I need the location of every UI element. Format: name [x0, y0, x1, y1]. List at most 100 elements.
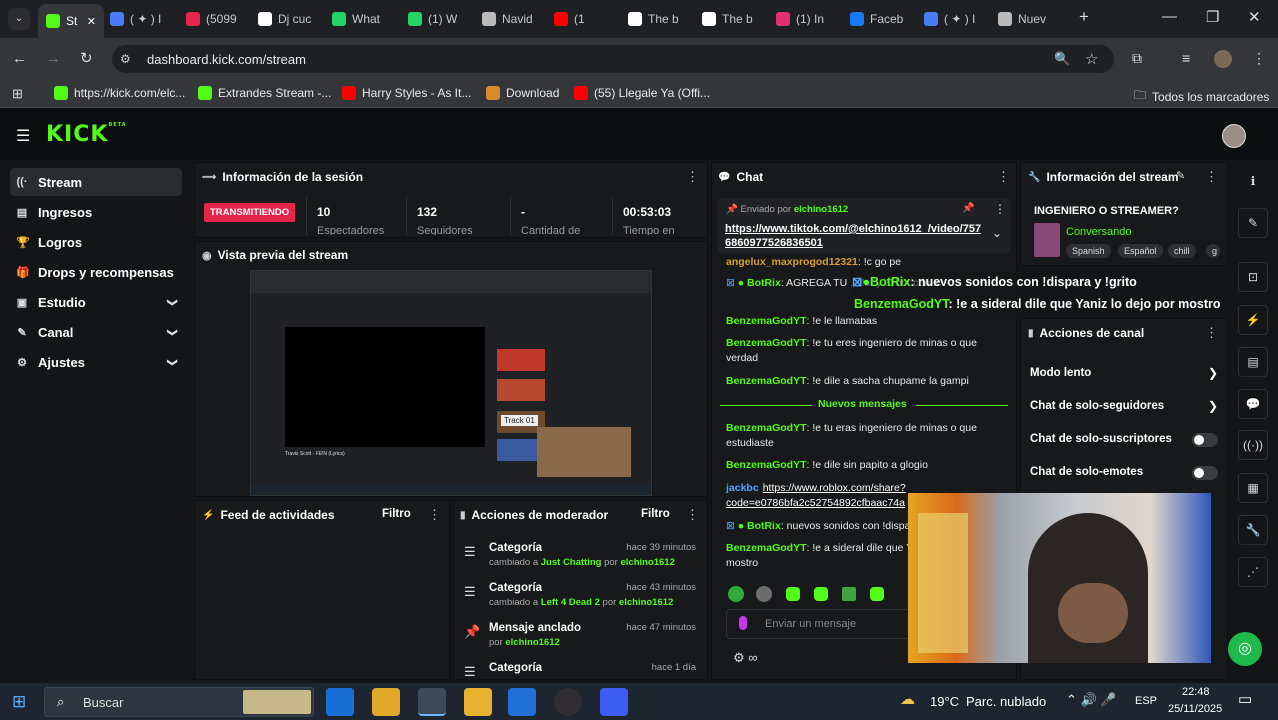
help-chat-icon[interactable]: ◎	[1228, 632, 1262, 666]
browser-tab[interactable]: Nuev	[998, 6, 1068, 32]
input-language[interactable]: ESP	[1135, 695, 1157, 707]
taskbar-app-obs[interactable]	[554, 688, 582, 716]
browser-tab[interactable]: Faceb	[850, 6, 920, 32]
windows-start-icon[interactable]: ⊞	[12, 692, 26, 712]
notifications-icon[interactable]: ▭	[1238, 690, 1252, 708]
stream-tag[interactable]: Spanish	[1066, 244, 1111, 258]
chat-message[interactable]: BenzemaGodYT: !e tu eres ingeniero de mi…	[726, 336, 1006, 366]
activity-menu-icon[interactable]: ⋮	[428, 507, 441, 523]
browser-tab[interactable]: (1) In	[776, 6, 846, 32]
pinned-menu-icon[interactable]: ⋮	[994, 202, 1006, 216]
taskbar-app-blue[interactable]	[600, 688, 628, 716]
channel-action-row[interactable]: Chat de solo-seguidores ❯	[1028, 398, 1224, 418]
taskbar-search[interactable]: ⌕ Buscar	[44, 687, 314, 717]
bookmark-item[interactable]: Extrandes Stream -...	[198, 86, 331, 100]
extensions-icon[interactable]: ⧉	[1132, 50, 1142, 67]
zoom-icon[interactable]: 🔍	[1054, 51, 1070, 67]
clock-date[interactable]: 25/11/2025	[1168, 703, 1222, 715]
back-icon[interactable]: ←	[12, 50, 27, 67]
bookmark-item[interactable]: Download	[486, 86, 559, 100]
stream-preview-video[interactable]: Travis Scott - FE!N (Lyrics) Track 01	[250, 270, 652, 496]
category-name[interactable]: Conversando	[1066, 226, 1131, 238]
broadcast-icon[interactable]: ((·))	[1238, 430, 1268, 460]
stream-info-menu-icon[interactable]: ⋮	[1205, 169, 1218, 185]
tab-close-icon[interactable]: ✕	[87, 15, 96, 28]
stream-tag[interactable]: Español	[1118, 244, 1163, 258]
channel-action-row[interactable]: Chat de solo-emotes	[1028, 464, 1224, 484]
media-icon[interactable]: ≡	[1182, 50, 1190, 66]
browser-tab[interactable]: ( ✦ ) I	[110, 6, 180, 32]
sidebar-item-ingresos[interactable]: ▤ Ingresos	[10, 198, 182, 226]
browser-tab[interactable]: The b	[628, 6, 698, 32]
forward-icon[interactable]: →	[46, 50, 61, 67]
chat-username[interactable]: BotRix	[747, 520, 781, 532]
profile-avatar[interactable]	[1214, 50, 1232, 68]
layout-icon[interactable]: ▦	[1238, 473, 1268, 503]
taskbar-app-outlook[interactable]	[326, 688, 354, 716]
browser-tab[interactable]: ( ✦ ) I	[924, 6, 994, 32]
user-avatar[interactable]	[1222, 124, 1246, 148]
pinned-message[interactable]: 📌 Enviado por elchino1612 https://www.ti…	[718, 198, 1010, 254]
minimize-icon[interactable]: —	[1162, 8, 1177, 25]
channel-action-row[interactable]: Chat de solo-suscriptores	[1028, 431, 1224, 451]
channel-action-row[interactable]: Modo lento ❯	[1028, 365, 1224, 385]
sidebar-item-estudio[interactable]: ▣ Estudio ❯	[10, 288, 182, 316]
browser-tab[interactable]: (1	[554, 6, 624, 32]
screen-icon[interactable]: ⊡	[1238, 262, 1268, 292]
browser-tab[interactable]: (5099	[186, 6, 256, 32]
chat-message[interactable]: BenzemaGodYT: !e tu eras ingeniero de mi…	[726, 421, 1006, 451]
chevron-down-icon[interactable]: ❯	[166, 358, 177, 366]
reload-icon[interactable]: ↻	[80, 49, 93, 67]
chat-settings-icon[interactable]: ⚙ ∞	[733, 650, 758, 666]
apps-icon[interactable]: ⊞	[12, 86, 23, 102]
taskbar-app-chrome[interactable]	[418, 688, 446, 716]
chat-username[interactable]: jackbc	[726, 482, 759, 494]
tray-icons[interactable]: ⌃ 🔊 🎤	[1066, 692, 1117, 708]
browser-tab[interactable]: Navid	[482, 6, 552, 32]
taskbar-app-store[interactable]	[508, 688, 536, 716]
document-icon[interactable]: ▤	[1238, 347, 1268, 377]
moderator-menu-icon[interactable]: ⋮	[686, 507, 699, 523]
edit-icon[interactable]: ✎	[1176, 169, 1185, 182]
collapse-pinned-icon[interactable]: ⌄	[992, 226, 1002, 240]
sidebar-item-logros[interactable]: 🏆 Logros	[10, 228, 182, 256]
chat-username[interactable]: BotRix	[747, 277, 781, 289]
pencil-icon[interactable]: ✎	[1238, 208, 1268, 238]
channel-actions-menu-icon[interactable]: ⋮	[1205, 325, 1218, 341]
bookmark-item[interactable]: https://kick.com/elc...	[54, 86, 185, 100]
info-icon[interactable]: ℹ	[1238, 166, 1268, 196]
chat-username[interactable]: angelux_maxprogod12321	[726, 256, 858, 268]
chat-menu-icon[interactable]: ⋮	[997, 169, 1010, 185]
chat-username[interactable]: BenzemaGodYT	[726, 337, 807, 349]
emote-icon[interactable]	[728, 586, 744, 602]
all-bookmarks[interactable]: 🗀 Todos los marcadores	[1134, 86, 1269, 107]
stream-tag[interactable]: g	[1206, 244, 1220, 258]
chat-username[interactable]: BenzemaGodYT	[726, 459, 807, 471]
toggle-switch[interactable]	[1192, 466, 1218, 480]
chat-username[interactable]: BenzemaGodYT	[726, 375, 807, 387]
moderator-action-item[interactable]: ☰ Categoría hace 43 minutos cambiado a Left…	[462, 582, 702, 616]
chevron-down-icon[interactable]: ❯	[166, 328, 177, 336]
weather-temp[interactable]: 19°C	[930, 694, 959, 709]
clock-time[interactable]: 22:48	[1182, 686, 1210, 698]
sidebar-item-canal[interactable]: ✎ Canal ❯	[10, 318, 182, 346]
bookmark-item[interactable]: Harry Styles - As It...	[342, 86, 471, 100]
close-window-icon[interactable]: ✕	[1248, 8, 1261, 26]
wrench-icon[interactable]: 🔧	[1238, 515, 1268, 545]
toggle-switch[interactable]	[1192, 433, 1218, 447]
moderator-filter-button[interactable]: Filtro	[641, 508, 670, 520]
emote-icon[interactable]	[814, 587, 828, 601]
mic-icon[interactable]	[739, 616, 747, 630]
session-menu-icon[interactable]: ⋮	[686, 169, 699, 185]
chat-message[interactable]: angelux_maxprogod12321: !c go pe	[726, 255, 1006, 270]
sidebar-item-stream[interactable]: ((· Stream	[10, 168, 182, 196]
bolt-icon[interactable]: ⚡	[1238, 305, 1268, 335]
browser-tab[interactable]: What	[332, 6, 402, 32]
chat-username[interactable]: BenzemaGodYT	[726, 542, 807, 554]
chevron-right-icon[interactable]: ❯	[1208, 399, 1218, 413]
chat-message[interactable]: BenzemaGodYT: !e dile a sacha chupame la…	[726, 374, 1006, 389]
browser-tab[interactable]: St ✕	[38, 4, 104, 38]
emote-icon[interactable]	[842, 587, 856, 601]
stream-tag[interactable]: chill	[1168, 244, 1196, 258]
tab-search-button[interactable]: ⌄	[8, 8, 30, 30]
